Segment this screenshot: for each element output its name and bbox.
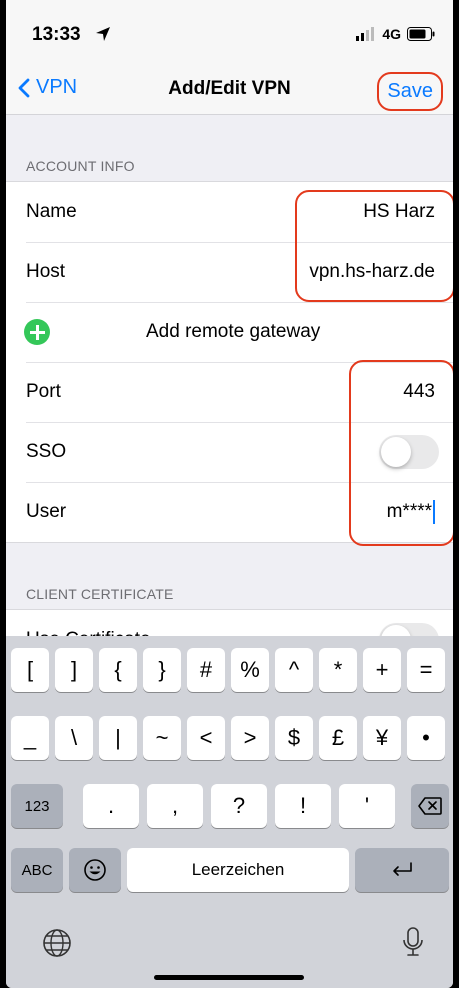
- sso-label: SSO: [26, 441, 67, 462]
- return-icon: [393, 862, 412, 876]
- key-yen[interactable]: ¥: [363, 716, 401, 760]
- return-key[interactable]: [355, 848, 449, 892]
- delete-key[interactable]: [411, 784, 449, 828]
- key-tilde[interactable]: ~: [143, 716, 181, 760]
- key-pound[interactable]: £: [319, 716, 357, 760]
- key-abc[interactable]: ABC: [11, 848, 63, 892]
- port-label: Port: [26, 381, 61, 402]
- key-period[interactable]: .: [83, 784, 139, 828]
- key-comma[interactable]: ,: [147, 784, 203, 828]
- phone-screen: 13:33 4G VPN Add/Edit VPN Save ACCOUNT I…: [6, 0, 453, 988]
- key-left-brace[interactable]: {: [99, 648, 137, 692]
- status-right: 4G: [356, 26, 435, 42]
- emoji-icon: [84, 859, 106, 881]
- add-icon[interactable]: [24, 319, 50, 345]
- globe-icon[interactable]: [42, 928, 72, 958]
- add-gateway-row[interactable]: Add remote gateway: [6, 302, 453, 362]
- key-underscore[interactable]: _: [11, 716, 49, 760]
- key-left-bracket[interactable]: [: [11, 648, 49, 692]
- space-bar[interactable]: Leerzeichen: [127, 848, 349, 892]
- key-greater-than[interactable]: >: [231, 716, 269, 760]
- key-equals[interactable]: =: [407, 648, 445, 692]
- user-label: User: [26, 501, 67, 522]
- add-gateway-label[interactable]: Add remote gateway: [146, 321, 320, 343]
- save-button[interactable]: Save: [377, 72, 443, 111]
- client-certificate-header: CLIENT CERTIFICATE: [26, 586, 174, 602]
- key-pipe[interactable]: |: [99, 716, 137, 760]
- key-less-than[interactable]: <: [187, 716, 225, 760]
- annotation-highlight-port-user: [349, 360, 453, 546]
- account-info-header: ACCOUNT INFO: [26, 158, 135, 174]
- microphone-icon[interactable]: [402, 926, 424, 958]
- key-dollar[interactable]: $: [275, 716, 313, 760]
- key-backslash[interactable]: \: [55, 716, 93, 760]
- keyboard: [ ] { } # % ^ * + = _ \ | ~ < > $ £ ¥ • …: [6, 636, 453, 988]
- key-right-brace[interactable]: }: [143, 648, 181, 692]
- status-bar: 13:33 4G: [6, 0, 453, 68]
- name-label: Name: [26, 201, 77, 222]
- key-numbers-toggle[interactable]: 123: [11, 784, 63, 828]
- key-plus[interactable]: +: [363, 648, 401, 692]
- annotation-highlight-name-host: [295, 190, 453, 302]
- navigation-bar: VPN Add/Edit VPN Save: [6, 68, 453, 115]
- key-apostrophe[interactable]: ': [339, 784, 395, 828]
- emoji-key[interactable]: [69, 848, 121, 892]
- key-percent[interactable]: %: [231, 648, 269, 692]
- key-exclamation[interactable]: !: [275, 784, 331, 828]
- signal-icon: [356, 27, 375, 41]
- location-arrow-icon: [96, 27, 110, 41]
- network-label: 4G: [382, 26, 401, 42]
- key-hash[interactable]: #: [187, 648, 225, 692]
- key-right-bracket[interactable]: ]: [55, 648, 93, 692]
- battery-icon: [407, 27, 435, 41]
- status-time: 13:33: [32, 24, 81, 45]
- host-label: Host: [26, 261, 66, 282]
- key-caret[interactable]: ^: [275, 648, 313, 692]
- backspace-icon: [418, 797, 442, 815]
- home-indicator: [154, 975, 304, 980]
- key-asterisk[interactable]: *: [319, 648, 357, 692]
- key-bullet[interactable]: •: [407, 716, 445, 760]
- key-question[interactable]: ?: [211, 784, 267, 828]
